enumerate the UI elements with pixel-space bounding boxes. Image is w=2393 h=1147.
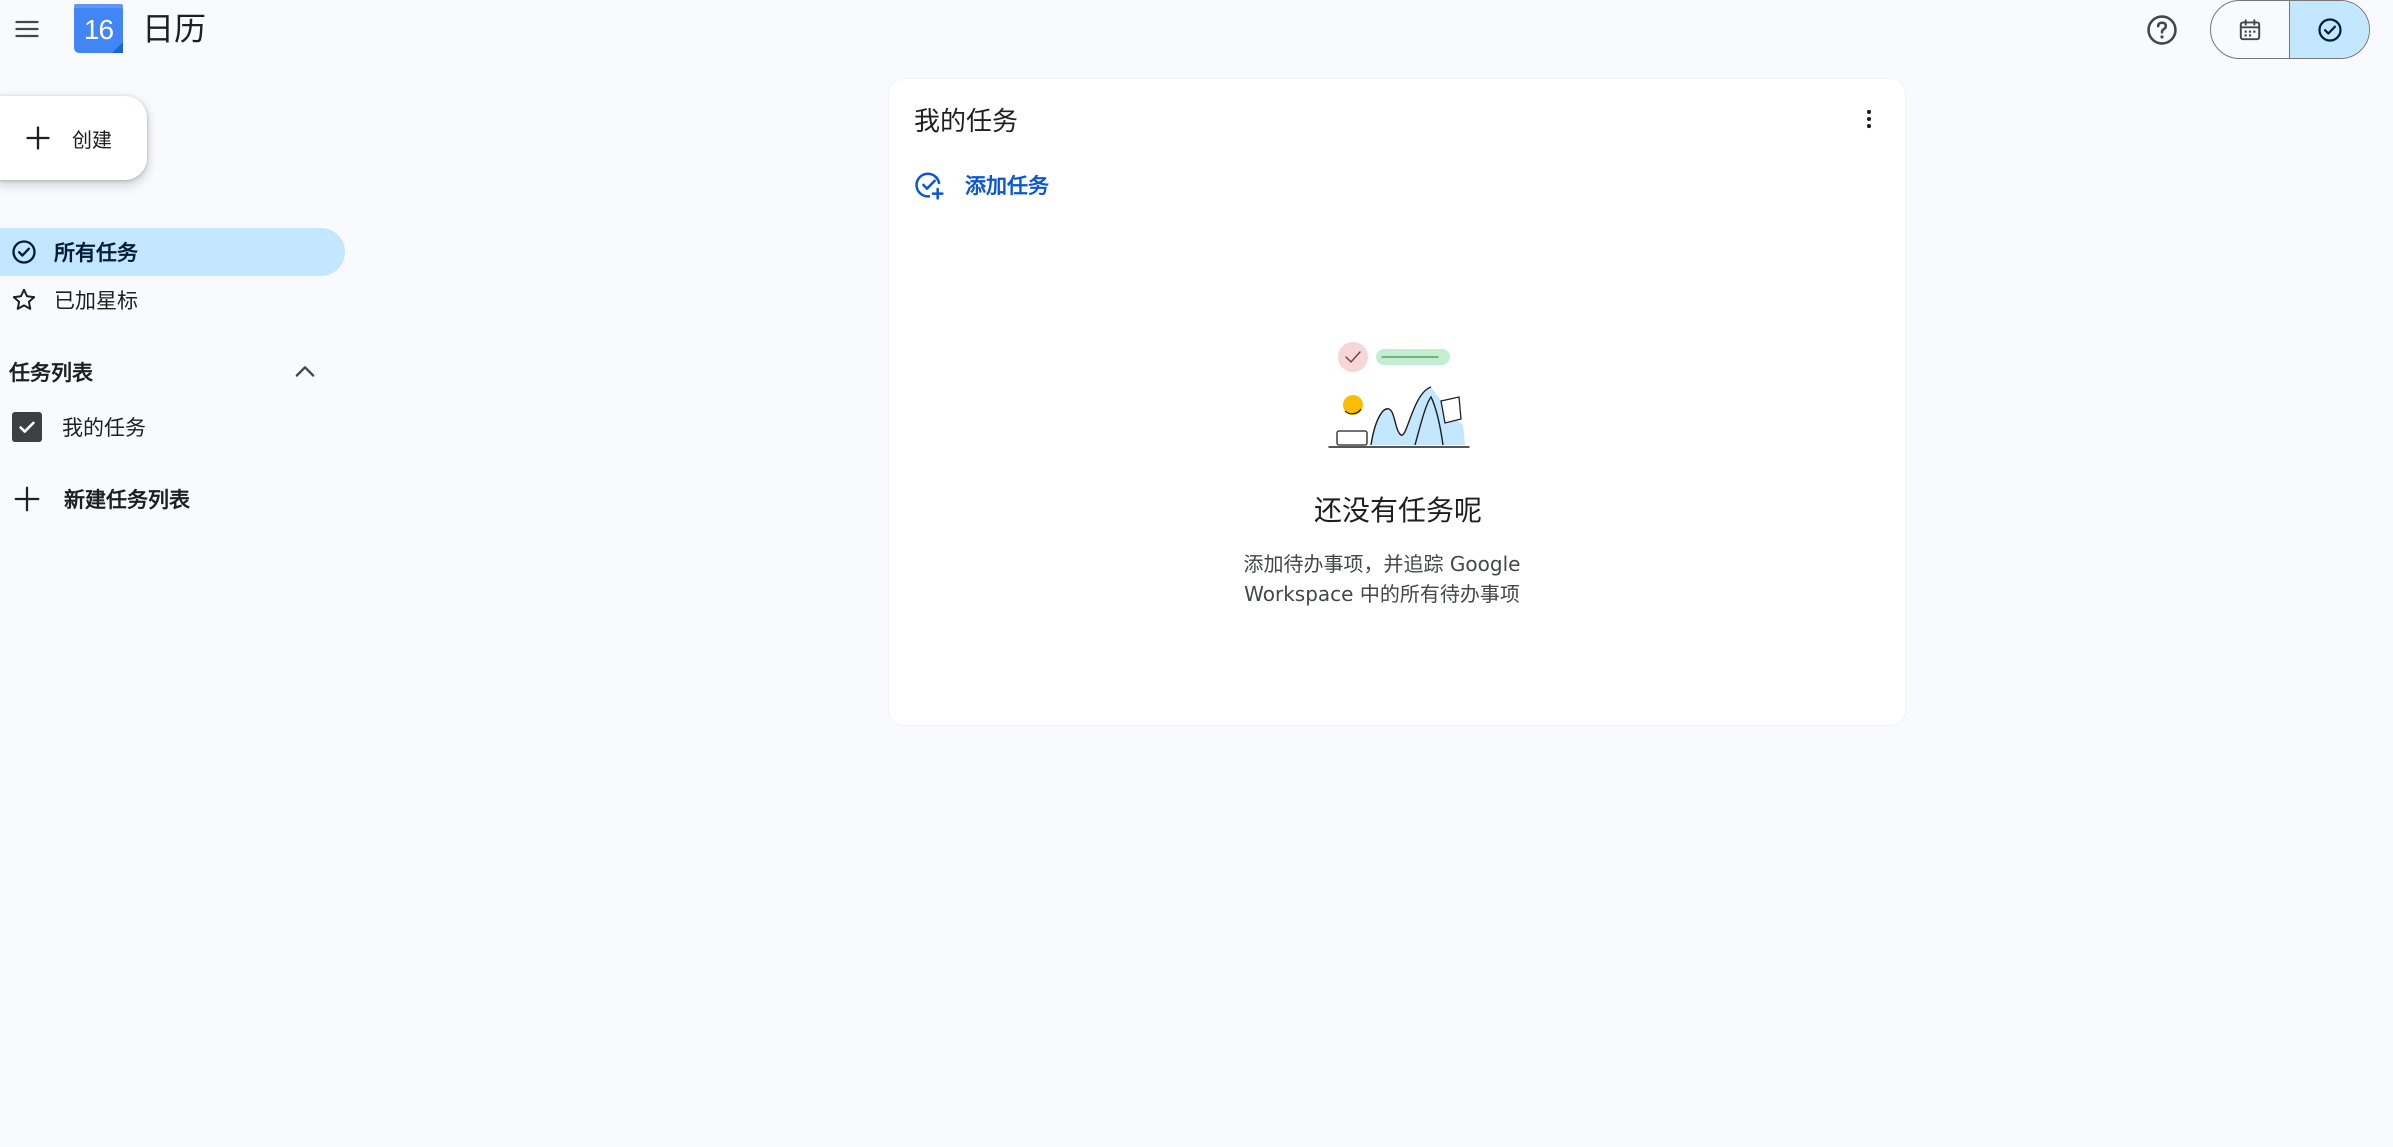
calendar-icon [2239,18,2261,40]
task-list-card: 我的任务 添加任务 还没有任务呢 添加待办事项，并追踪 Google Works… [888,78,1906,726]
list-checkbox[interactable] [12,412,42,442]
plus-icon [14,486,40,512]
nav-item-starred[interactable]: 已加星标 [0,276,345,324]
tasks-view-button[interactable] [2290,1,2369,58]
star-outline-icon [12,288,36,310]
empty-state-title: 还没有任务呢 [1313,494,1482,527]
task-check-icon [2317,17,2342,42]
calendar-view-button[interactable] [2211,1,2290,58]
new-task-list-label: 新建任务列表 [64,488,190,512]
app-header: 16 日历 [0,0,2393,60]
add-task-icon [915,172,944,200]
nav-item-label: 所有任务 [54,241,138,265]
checkmark-icon [19,421,35,433]
create-button[interactable]: 创建 [0,96,147,180]
nav-item-label: 已加星标 [54,289,138,313]
hamburger-menu-icon [15,20,39,38]
help-circle-icon [2147,15,2177,45]
chevron-up-icon [295,366,315,377]
empty-tasks-illustration [1328,342,1470,448]
more-options-button[interactable] [1849,99,1889,139]
help-button[interactable] [2140,8,2184,52]
task-list-my-tasks[interactable]: 我的任务 [12,412,146,442]
add-task-label: 添加任务 [965,174,1049,198]
app-title: 日历 [142,10,207,48]
plus-icon [26,126,50,150]
logo-day-number: 16 [83,13,114,45]
task-list-title: 我的任务 [914,107,1019,137]
task-lists-section-title: 任务列表 [9,361,93,385]
empty-state-description: 添加待办事项，并追踪 Google Workspace 中的所有待办事项 [1243,552,1521,606]
create-button-label: 创建 [72,127,112,152]
add-task-button[interactable]: 添加任务 [913,165,1049,205]
task-list-label: 我的任务 [62,416,146,440]
view-switcher [2210,0,2370,59]
nav-item-all-tasks[interactable]: 所有任务 [0,228,345,276]
more-vert-icon [1866,109,1872,129]
task-lists-section-header[interactable]: 任务列表 [9,352,319,392]
new-task-list-button[interactable]: 新建任务列表 [12,484,190,514]
main-menu-button[interactable] [6,8,48,50]
check-circle-icon [12,240,36,264]
calendar-logo[interactable]: 16 [74,4,123,53]
